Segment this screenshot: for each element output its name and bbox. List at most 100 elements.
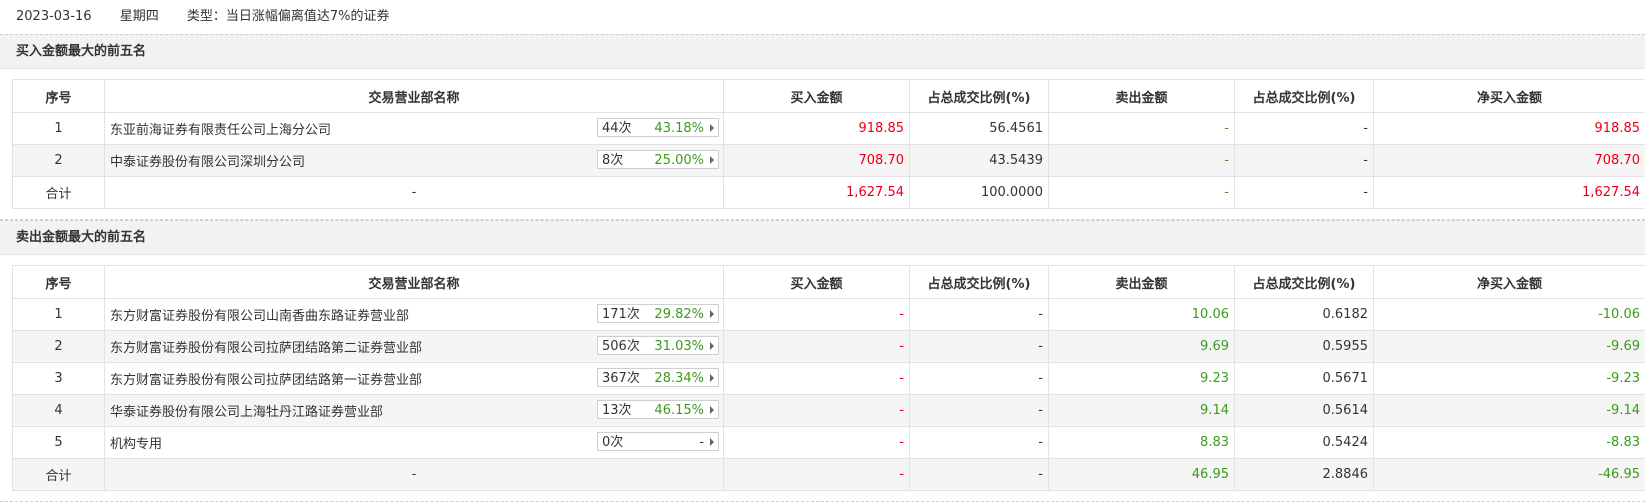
row-seq: 3 <box>12 362 105 395</box>
col-name: 交易营业部名称 <box>104 265 724 299</box>
table-row: 1 东亚前海证券有限责任公司上海分公司 44次 43.18% 918.85 56… <box>12 112 1645 145</box>
row-seq: 2 <box>12 144 105 177</box>
buy-ratio: - <box>909 394 1049 427</box>
success-rate: 31.03% <box>654 339 704 354</box>
buy-ratio: 43.5439 <box>909 144 1049 177</box>
total-net-amount: 1,627.54 <box>1373 176 1645 209</box>
buy-table-header: 序号 交易营业部名称 买入金额 占总成交比例(%) 卖出金额 占总成交比例(%)… <box>12 79 1645 113</box>
triangle-right-icon <box>710 156 714 164</box>
col-net: 净买入金额 <box>1373 265 1645 299</box>
row-name-cell: 机构专用 0次 - <box>104 426 724 459</box>
sell-ratio: - <box>1234 144 1374 177</box>
row-seq: 2 <box>12 330 105 363</box>
triangle-right-icon <box>710 374 714 382</box>
col-buy: 买入金额 <box>723 265 910 299</box>
row-seq: 4 <box>12 394 105 427</box>
triangle-right-icon <box>710 310 714 318</box>
buy-ratio: - <box>909 426 1049 459</box>
broker-stats-button[interactable]: 8次 25.00% <box>597 150 719 169</box>
buy-amount: - <box>723 330 910 363</box>
total-sell-ratio: - <box>1234 176 1374 209</box>
buy-ratio: - <box>909 298 1049 331</box>
trade-count: 506次 <box>602 339 640 354</box>
table-row: 2 中泰证券股份有限公司深圳分公司 8次 25.00% 708.70 43.54… <box>12 144 1645 177</box>
success-rate: 46.15% <box>654 403 704 418</box>
broker-stats-button[interactable]: 0次 - <box>597 432 719 451</box>
sell-ratio: 0.6182 <box>1234 298 1374 331</box>
trade-count: 8次 <box>602 153 624 168</box>
total-name: - <box>104 176 724 209</box>
trade-count: 44次 <box>602 121 632 136</box>
table-row: 2 东方财富证券股份有限公司拉萨团结路第二证券营业部 506次 31.03% -… <box>12 330 1645 363</box>
row-name-cell: 东方财富证券股份有限公司拉萨团结路第二证券营业部 506次 31.03% <box>104 330 724 363</box>
trade-count: 0次 <box>602 435 624 450</box>
triangle-right-icon <box>710 124 714 132</box>
total-name: - <box>104 458 724 491</box>
broker-stats-button[interactable]: 171次 29.82% <box>597 304 719 323</box>
total-buy-amount: - <box>723 458 910 491</box>
sell-table-wrap: 序号 交易营业部名称 买入金额 占总成交比例(%) 卖出金额 占总成交比例(%)… <box>0 255 1645 502</box>
total-row: 合计 - - - 46.95 2.8846 -46.95 <box>12 458 1645 491</box>
sell-table: 序号 交易营业部名称 买入金额 占总成交比例(%) 卖出金额 占总成交比例(%)… <box>12 265 1645 491</box>
net-amount: 918.85 <box>1373 112 1645 145</box>
success-rate: 28.34% <box>654 371 704 386</box>
col-sell: 卖出金额 <box>1048 265 1235 299</box>
broker-name: 机构专用 <box>110 437 163 452</box>
triangle-right-icon <box>710 342 714 350</box>
net-amount: -8.83 <box>1373 426 1645 459</box>
sell-section-title: 卖出金额最大的前五名 <box>0 220 1645 255</box>
buy-amount: 918.85 <box>723 112 910 145</box>
col-seq: 序号 <box>12 265 105 299</box>
total-sell-ratio: 2.8846 <box>1234 458 1374 491</box>
sell-amount: 10.06 <box>1048 298 1235 331</box>
row-seq: 5 <box>12 426 105 459</box>
total-label: 合计 <box>12 458 105 491</box>
broker-name: 东方财富证券股份有限公司拉萨团结路第一证券营业部 <box>110 373 423 388</box>
net-amount: -9.14 <box>1373 394 1645 427</box>
broker-name: 中泰证券股份有限公司深圳分公司 <box>110 155 306 170</box>
broker-stats-button[interactable]: 13次 46.15% <box>597 400 719 419</box>
net-amount: -9.23 <box>1373 362 1645 395</box>
broker-stats-button[interactable]: 44次 43.18% <box>597 118 719 137</box>
trade-count: 367次 <box>602 371 640 386</box>
buy-table-wrap: 序号 交易营业部名称 买入金额 占总成交比例(%) 卖出金额 占总成交比例(%)… <box>0 69 1645 220</box>
broker-stats-button[interactable]: 367次 28.34% <box>597 368 719 387</box>
buy-ratio: - <box>909 330 1049 363</box>
buy-ratio: - <box>909 362 1049 395</box>
col-seq: 序号 <box>12 79 105 113</box>
buy-amount: - <box>723 298 910 331</box>
total-buy-amount: 1,627.54 <box>723 176 910 209</box>
total-buy-ratio: - <box>909 458 1049 491</box>
triangle-right-icon <box>710 438 714 446</box>
buy-table: 序号 交易营业部名称 买入金额 占总成交比例(%) 卖出金额 占总成交比例(%)… <box>12 79 1645 209</box>
broker-name: 东方财富证券股份有限公司拉萨团结路第二证券营业部 <box>110 341 423 356</box>
broker-name: 东亚前海证券有限责任公司上海分公司 <box>110 123 332 138</box>
buy-amount: - <box>723 426 910 459</box>
success-rate: 25.00% <box>654 153 704 168</box>
broker-stats-button[interactable]: 506次 31.03% <box>597 336 719 355</box>
buy-amount: 708.70 <box>723 144 910 177</box>
sell-amount: 9.69 <box>1048 330 1235 363</box>
row-name-cell: 东方财富证券股份有限公司山南香曲东路证券营业部 171次 29.82% <box>104 298 724 331</box>
success-rate: - <box>699 435 704 450</box>
col-sell-ratio: 占总成交比例(%) <box>1234 79 1374 113</box>
broker-name: 东方财富证券股份有限公司山南香曲东路证券营业部 <box>110 309 410 324</box>
buy-section-title: 买入金额最大的前五名 <box>0 34 1645 69</box>
row-seq: 1 <box>12 112 105 145</box>
trade-count: 13次 <box>602 403 632 418</box>
total-sell-amount: 46.95 <box>1048 458 1235 491</box>
list-type: 类型：当日涨幅偏离值达7%的证券 <box>186 9 390 24</box>
row-name-cell: 中泰证券股份有限公司深圳分公司 8次 25.00% <box>104 144 724 177</box>
sell-ratio: 0.5614 <box>1234 394 1374 427</box>
trade-count: 171次 <box>602 307 640 322</box>
info-bar: 2023-03-16 星期四 类型：当日涨幅偏离值达7%的证券 <box>0 0 1645 34</box>
col-name: 交易营业部名称 <box>104 79 724 113</box>
total-label: 合计 <box>12 176 105 209</box>
col-sell-ratio: 占总成交比例(%) <box>1234 265 1374 299</box>
table-row: 4 华泰证券股份有限公司上海牡丹江路证券营业部 13次 46.15% - - 9… <box>12 394 1645 427</box>
net-amount: -10.06 <box>1373 298 1645 331</box>
sell-table-header: 序号 交易营业部名称 买入金额 占总成交比例(%) 卖出金额 占总成交比例(%)… <box>12 265 1645 299</box>
total-buy-ratio: 100.0000 <box>909 176 1049 209</box>
success-rate: 29.82% <box>654 307 704 322</box>
broker-name: 华泰证券股份有限公司上海牡丹江路证券营业部 <box>110 405 384 420</box>
